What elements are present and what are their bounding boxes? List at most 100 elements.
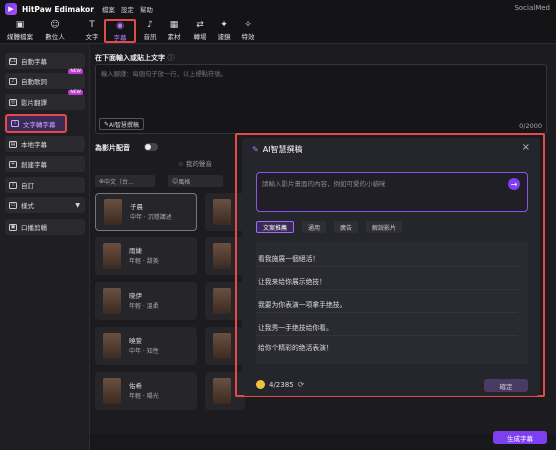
generate-subtitle-button[interactable]: 生成字幕: [493, 431, 547, 444]
tab-explainer[interactable]: 解說影片: [366, 221, 402, 233]
star-icon: ☆: [178, 160, 184, 168]
tool-effects[interactable]: ✧ 特效: [236, 20, 260, 42]
sidebar-item-narration-edit[interactable]: ▣ 口播剪輯: [5, 219, 85, 235]
lyrics-icon: ♪: [9, 77, 17, 85]
voice-card-3[interactable]: 曉萱 中年 · 知性: [95, 327, 197, 365]
confirm-button[interactable]: 確定: [484, 379, 528, 392]
tool-subtitle[interactable]: ◉ 字幕: [104, 19, 136, 43]
phrase-item[interactable]: 让我秀一手绝技给你看。: [256, 318, 518, 336]
subtitle-icon: ◉: [116, 21, 124, 31]
phrase-item[interactable]: 看我施展一個絕活！: [256, 249, 518, 267]
avatar-icon: ☺: [50, 20, 60, 30]
tool-audio[interactable]: ♪ 音訊: [138, 20, 162, 42]
prompt-placeholder: 請輸入影片畫面的內容，例如可愛的小貓咪: [262, 180, 386, 188]
dialog-title: AI智慧撰稿: [262, 145, 303, 154]
tab-recommended[interactable]: 文案推薦: [256, 221, 294, 233]
tool-text[interactable]: T 文字: [80, 20, 104, 42]
sidebar-item-text-to-subtitle[interactable]: T 文字轉字幕: [5, 114, 67, 133]
send-arrow-icon[interactable]: →: [508, 178, 520, 190]
prompt-input[interactable]: 請輸入影片畫面的內容，例如可愛的小貓咪 →: [256, 172, 528, 212]
my-voices-tab[interactable]: ☆ 我的聲音: [178, 158, 212, 168]
voice-card-2[interactable]: 晓伊 年輕 · 溫柔: [95, 282, 197, 320]
ai-writer-dialog: ✎ AI智慧撰稿 × 請輸入影片畫面的內容，例如可愛的小貓咪 → 文案推薦 通用 …: [242, 138, 540, 396]
main-toolbar: ▣ 媒體檔案 ☺ 數位人 T 文字 ◉ 字幕 ♪ 音訊 ▦ 素材 ⇄ 轉場 ✦ 濾鏡 ✧ 特效: [0, 18, 556, 44]
char-counter: 0/2000: [519, 122, 542, 130]
sidebar-item-style[interactable]: ▭ 樣式 ▼: [5, 197, 85, 213]
bottom-bar: [90, 434, 556, 450]
asset-icon: ▦: [169, 20, 179, 30]
translate-icon: ◎: [9, 98, 17, 106]
sidebar-item-create-subtitle[interactable]: + 創建字幕: [5, 156, 85, 172]
voice-avatar: [103, 378, 121, 404]
voice-avatar: [213, 288, 231, 314]
tab-general[interactable]: 通用: [302, 221, 326, 233]
script-textarea[interactable]: 輸入腳謹：每個句子放一行，以上標點符號。 ✎ AI智慧撰稿 0/2000: [95, 64, 547, 134]
phrase-item[interactable]: 我要为你表演一项拿手绝技。: [256, 295, 518, 313]
filter-icon: ✦: [220, 20, 228, 30]
voice-card-4[interactable]: 佑希 年輕 · 陽光: [95, 372, 197, 410]
coin-icon: [256, 380, 265, 389]
voice-card-1[interactable]: 雨婕 年輕 · 甜美: [95, 237, 197, 275]
tool-media[interactable]: ▣ 媒體檔案: [4, 20, 36, 42]
tool-avatar[interactable]: ☺ 數位人: [40, 20, 70, 42]
dub-toggle[interactable]: [144, 143, 158, 151]
voice-avatar: [103, 333, 121, 359]
chevron-down-icon: ▼: [75, 201, 80, 209]
sidebar-item-video-translate[interactable]: ◎ 影片翻譯 NEW: [5, 90, 85, 110]
menu-help[interactable]: 幫助: [140, 4, 153, 14]
voice-avatar: [103, 288, 121, 314]
refresh-icon[interactable]: ⟳: [298, 380, 305, 389]
input-label: 在下面輸入或貼上文字 ⓘ: [95, 54, 175, 62]
app-name: HitPaw Edimakor: [22, 4, 94, 14]
voice-card-0[interactable]: 子晨 中年 · 沉穩講述: [95, 193, 197, 231]
tool-transition[interactable]: ⇄ 轉場: [188, 20, 212, 42]
voice-avatar: [213, 378, 231, 404]
local-file-icon: ▤: [9, 140, 17, 148]
menu-bar: 檔案 設定 幫助: [102, 4, 153, 14]
new-badge: NEW: [68, 90, 83, 95]
menu-file[interactable]: 檔案: [102, 4, 115, 14]
narration-icon: ▣: [9, 223, 17, 231]
voice-avatar: [104, 199, 122, 225]
transition-icon: ⇄: [196, 20, 204, 30]
voice-avatar: [213, 243, 231, 269]
dialog-header: ✎ AI智慧撰稿: [252, 144, 303, 155]
media-icon: ▣: [15, 20, 25, 30]
phrase-item[interactable]: 给你个精彩的绝活表演！: [256, 338, 518, 356]
tool-filter[interactable]: ✦ 濾鏡: [212, 20, 236, 42]
phrase-item[interactable]: 让我来给你展示绝技！: [256, 272, 518, 290]
style-icon: ▭: [9, 201, 17, 209]
ai-write-button[interactable]: ✎ AI智慧撰稿: [99, 118, 144, 130]
menu-settings[interactable]: 設定: [121, 4, 134, 14]
audio-icon: ♪: [147, 20, 153, 30]
sidebar-item-auto-subtitle[interactable]: CC 自動字幕: [5, 53, 85, 69]
sidebar-item-auto-lyrics[interactable]: ♪ 自動歌詞 NEW: [5, 69, 85, 89]
style-filter[interactable]: ☺ 風格: [168, 175, 223, 187]
sidebar-item-local-subtitle[interactable]: ▤ 本地字幕: [5, 136, 85, 152]
titlebar-right-text: SocialMed: [514, 4, 550, 12]
close-icon[interactable]: ×: [522, 142, 530, 153]
new-badge: NEW: [68, 69, 83, 74]
voice-avatar: [213, 199, 231, 225]
dub-label: 為影片配音: [95, 144, 130, 152]
cc-icon: CC: [9, 57, 17, 65]
create-icon: +: [9, 160, 17, 168]
voice-avatar: [103, 243, 121, 269]
script-placeholder: 輸入腳謹：每個句子放一行，以上標點符號。: [101, 71, 227, 78]
voice-avatar: [213, 333, 231, 359]
credit-display: 4/2385 ⟳: [256, 380, 304, 389]
app-logo-icon: ▶: [5, 3, 17, 15]
tool-assets[interactable]: ▦ 素材: [162, 20, 186, 42]
subtitle-sidebar: CC 自動字幕 ♪ 自動歌詞 NEW ◎ 影片翻譯 NEW T 文字轉字幕 ▤ 本地字幕 + 創…: [0, 44, 90, 450]
text-subtitle-icon: T: [11, 120, 19, 127]
ai-sparkle-icon: ✎: [252, 145, 259, 154]
sidebar-item-custom[interactable]: T 自訂: [5, 177, 85, 193]
effect-icon: ✧: [244, 20, 252, 30]
tab-ads[interactable]: 廣告: [334, 221, 358, 233]
title-bar: ▶ HitPaw Edimakor 檔案 設定 幫助 SocialMed: [0, 0, 556, 18]
custom-icon: T: [9, 181, 17, 189]
info-icon: ⓘ: [167, 54, 175, 62]
credit-count: 4/2385: [269, 380, 294, 389]
language-filter[interactable]: ⊕ 中文（台...: [95, 175, 155, 187]
text-icon: T: [89, 20, 95, 30]
